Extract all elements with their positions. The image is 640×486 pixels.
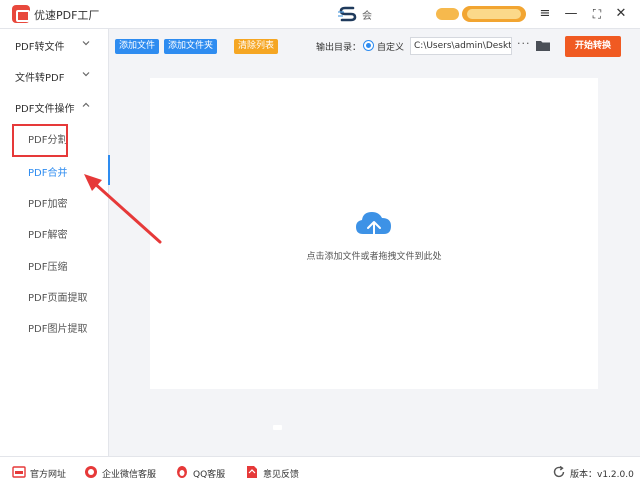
sidebar-group-label: PDF转文件 — [15, 42, 65, 53]
qq-support-label: QQ客服 — [193, 470, 226, 480]
sidebar-item-pdf-encrypt[interactable]: PDF加密 — [0, 186, 109, 216]
sidebar-item-pdf-compress[interactable]: PDF压缩 — [0, 249, 109, 279]
highlight-box — [12, 124, 68, 157]
user-icon[interactable]: 会 — [362, 7, 372, 22]
custom-radio[interactable] — [363, 40, 374, 51]
website-label: 官方网址 — [30, 470, 67, 480]
toolbar: 添加文件 添加文件夹 清除列表 输出目录： 自定义 C:\Users\admin… — [110, 29, 640, 63]
brand-s-icon — [338, 6, 357, 22]
output-dir-label: 输出目录： — [316, 43, 362, 53]
custom-radio-label[interactable]: 自定义 — [377, 40, 404, 53]
scroll-indicator — [273, 425, 282, 430]
chevron-down-icon — [82, 41, 90, 46]
drop-hint-text: 点击添加文件或者拖拽文件到此处 — [306, 252, 442, 262]
close-icon[interactable]: ✕ — [612, 5, 630, 23]
sidebar-group-label: PDF文件操作 — [15, 104, 75, 115]
feedback-label: 意见反馈 — [263, 470, 300, 480]
menu-icon[interactable]: ≡ — [536, 5, 554, 23]
sidebar-item-label: PDF解密 — [28, 230, 68, 241]
website-icon — [12, 466, 26, 478]
start-convert-button[interactable]: 开始转换 — [565, 36, 621, 57]
maximize-icon[interactable]: ⛶ — [588, 5, 606, 23]
refresh-icon[interactable] — [552, 465, 566, 479]
footer: 官方网址 企业微信客服 QQ客服 意见反馈 版本：v1.2.0.0 — [0, 456, 640, 486]
add-file-button[interactable]: 添加文件 — [115, 39, 160, 54]
add-folder-button[interactable]: 添加文件夹 — [164, 39, 218, 54]
title-bar: 优速PDF工厂 会 ≡ — ⛶ ✕ — [0, 0, 640, 29]
sidebar-group-label: 文件转PDF — [15, 73, 65, 84]
chevron-down-icon — [82, 72, 90, 77]
qq-penguin-icon — [177, 466, 187, 478]
sidebar-group-file-to-pdf[interactable]: 文件转PDF — [0, 60, 109, 90]
wechat-support-label: 企业微信客服 — [102, 470, 157, 480]
browse-dots-button[interactable]: ··· — [517, 37, 531, 50]
sidebar-item-pdf-image-extract[interactable]: PDF图片提取 — [0, 311, 109, 341]
cloud-upload-icon[interactable] — [354, 208, 394, 244]
sidebar-item-label: PDF加密 — [28, 199, 68, 210]
sidebar: PDF转文件 文件转PDF PDF文件操作 PDF分割 PDF合并 PDF加密 … — [0, 29, 110, 456]
folder-icon[interactable] — [536, 40, 550, 51]
sidebar-group-pdf-operations[interactable]: PDF文件操作 — [0, 91, 109, 121]
sidebar-item-pdf-page-extract[interactable]: PDF页面提取 — [0, 280, 109, 310]
sidebar-item-label: PDF压缩 — [28, 262, 68, 273]
promo-badge[interactable] — [436, 8, 459, 20]
active-indicator — [108, 155, 110, 185]
vip-badge[interactable] — [462, 6, 526, 22]
minimize-icon[interactable]: — — [562, 5, 580, 23]
clear-list-button[interactable]: 清除列表 — [234, 39, 279, 54]
sidebar-item-pdf-merge[interactable]: PDF合并 — [0, 155, 110, 185]
version-label: 版本：v1.2.0.0 — [570, 470, 634, 480]
sidebar-item-label: PDF图片提取 — [28, 324, 88, 335]
sidebar-group-pdf-to-file[interactable]: PDF转文件 — [0, 29, 109, 59]
output-path-input[interactable]: C:\Users\admin\Deskto — [410, 37, 512, 55]
sidebar-item-label: PDF合并 — [28, 168, 68, 179]
app-title: 优速PDF工厂 — [34, 9, 100, 22]
feedback-document-icon — [247, 466, 257, 478]
sidebar-item-label: PDF页面提取 — [28, 293, 88, 304]
app-logo-icon — [12, 5, 30, 23]
sidebar-item-pdf-decrypt[interactable]: PDF解密 — [0, 217, 109, 247]
chat-bubble-icon — [85, 466, 97, 478]
chevron-up-icon — [82, 102, 90, 107]
file-drop-zone[interactable]: 点击添加文件或者拖拽文件到此处 — [150, 78, 598, 389]
